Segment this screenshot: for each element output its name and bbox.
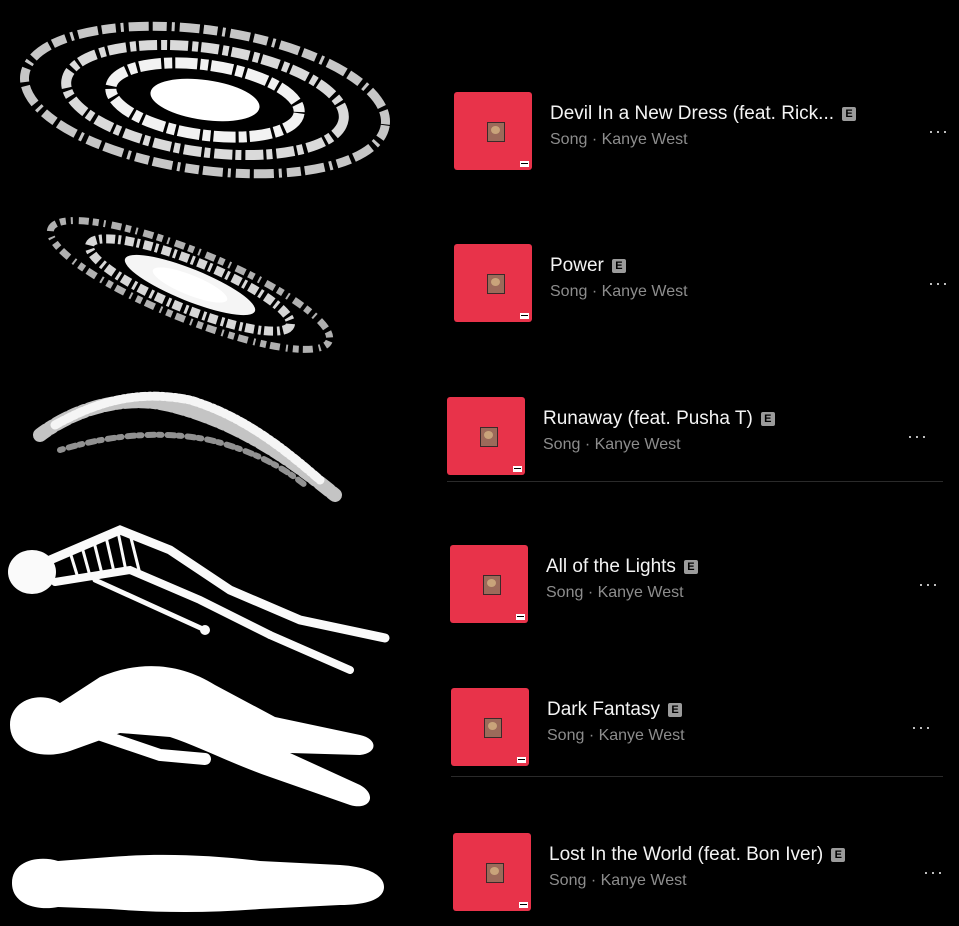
song-subtitle: Song · Kanye West (546, 584, 684, 601)
lying-body-silhouette-icon (0, 835, 400, 926)
explicit-badge: E (842, 107, 857, 121)
more-options-button[interactable]: ··· (928, 274, 949, 292)
album-cover (453, 833, 531, 911)
more-options-button[interactable]: ··· (928, 122, 949, 140)
explicit-badge: E (683, 560, 698, 574)
album-cover (454, 92, 532, 170)
song-subtitle: Song · Kanye West (549, 872, 687, 889)
song-subtitle: Song · Kanye West (550, 131, 688, 148)
spiral-galaxy-icon (0, 10, 400, 190)
list-item[interactable]: Lost In the World (feat. Bon Iver) E Song… (453, 833, 953, 913)
explicit-badge: E (760, 412, 775, 426)
explicit-badge: E (831, 848, 846, 862)
song-title: Power (550, 255, 604, 276)
album-cover (450, 545, 528, 623)
song-title: Dark Fantasy (547, 699, 660, 720)
song-subtitle: Song · Kanye West (543, 436, 681, 453)
song-subtitle: Song · Kanye West (550, 283, 688, 300)
list-item[interactable]: Devil In a New Dress (feat. Rick... E Son… (454, 92, 954, 172)
list-item[interactable]: Runaway (feat. Pusha T) E Song · Kanye We… (447, 397, 947, 477)
divider (451, 776, 943, 777)
tilted-galaxy-icon (0, 210, 400, 370)
song-title: All of the Lights (546, 556, 676, 577)
meme-stage: Devil In a New Dress (feat. Rick... E Son… (0, 0, 959, 926)
floating-body-silhouette-icon (0, 655, 400, 825)
explicit-badge: E (611, 259, 626, 273)
dissolving-galaxy-icon (0, 365, 400, 515)
song-subtitle: Song · Kanye West (547, 727, 685, 744)
explicit-badge: E (667, 703, 682, 717)
more-options-button[interactable]: ··· (907, 427, 928, 445)
song-title: Runaway (feat. Pusha T) (543, 408, 753, 429)
list-item[interactable]: All of the Lights E Song · Kanye West ··· (450, 545, 950, 625)
list-item[interactable]: Power E Song · Kanye West ··· (454, 244, 954, 324)
more-options-button[interactable]: ··· (911, 718, 932, 736)
more-options-button[interactable]: ··· (923, 863, 944, 881)
album-cover (454, 244, 532, 322)
more-options-button[interactable]: ··· (918, 575, 939, 593)
album-cover (451, 688, 529, 766)
song-title: Devil In a New Dress (feat. Rick... (550, 103, 835, 124)
song-title: Lost In the World (feat. Bon Iver) (549, 844, 824, 865)
list-item[interactable]: Dark Fantasy E Song · Kanye West ··· (451, 688, 951, 768)
album-cover (447, 397, 525, 475)
divider (447, 481, 943, 482)
